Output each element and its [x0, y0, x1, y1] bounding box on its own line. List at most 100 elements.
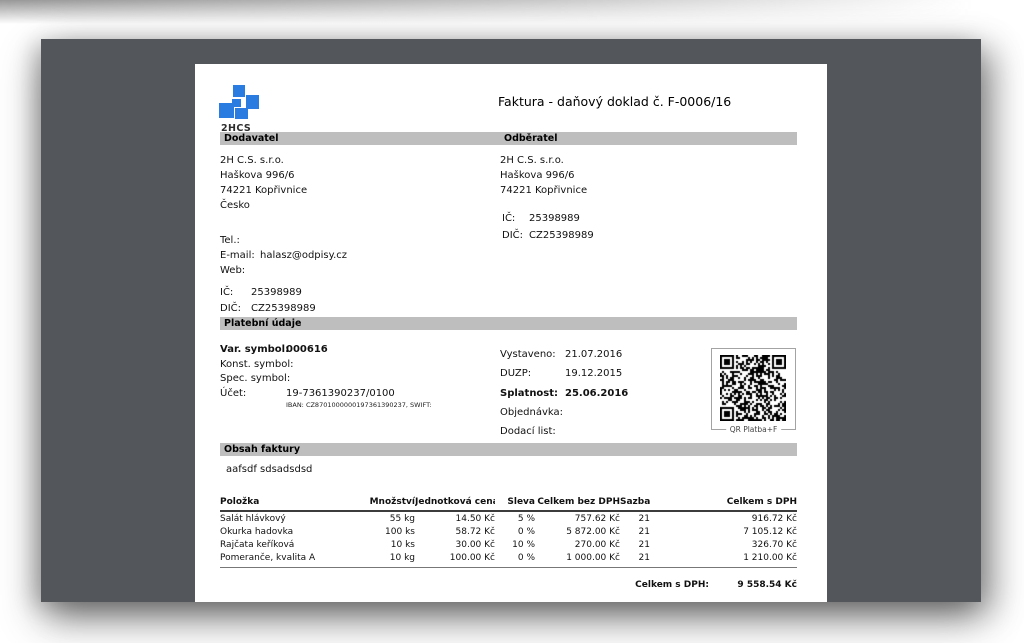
- supplier-header: Dodavatel: [220, 133, 278, 144]
- column-header: Jednotková cena: [415, 495, 495, 511]
- column-header: Celkem bez DPH: [535, 495, 620, 511]
- supplier-city: 74221 Kopřivnice: [220, 183, 307, 198]
- iban-line: IBAN: CZ8701000000197361390237, SWIFT:: [286, 401, 432, 410]
- total-label: Celkem s DPH:: [635, 580, 709, 590]
- invoice-note: aafsdf sdsadsdsd: [226, 464, 312, 475]
- account-row: Účet: 19-7361390237/0100: [220, 387, 432, 402]
- order-row: Objednávka:: [500, 403, 628, 422]
- company-logo: 2HCS: [219, 85, 279, 134]
- customer-ids: IČ: 25398989 DIČ: CZ25398989: [502, 210, 594, 244]
- column-header: Položka: [220, 495, 350, 511]
- field-label: Dodací list:: [500, 422, 565, 441]
- field-row: DIČ: CZ25398989: [502, 227, 594, 244]
- item-unit-price: 100.00 Kč: [415, 552, 495, 568]
- table-row: Okurka hadovka 100 ks 58.72 Kč 0 % 5 872…: [220, 525, 797, 538]
- item-discount: 0 %: [495, 525, 535, 538]
- due-date-row: Splatnost: 25.06.2016: [500, 384, 628, 403]
- field-value: 21.07.2016: [565, 345, 622, 364]
- account-number: 19-7361390237/0100: [286, 387, 395, 402]
- field-value: 25398989: [251, 285, 302, 301]
- item-net: 757.62 Kč: [535, 511, 620, 525]
- content-section-bar: Obsah faktury: [220, 443, 797, 456]
- field-value: 19.12.2015: [565, 364, 622, 383]
- parties-section-bar: Dodavatel Odběratel: [220, 132, 797, 145]
- item-qty: 100 ks: [350, 525, 415, 538]
- field-label: DUZP:: [500, 364, 565, 383]
- item-vat-rate: 21: [620, 538, 650, 551]
- item-qty: 10 ks: [350, 538, 415, 551]
- field-label: Konst. symbol:: [220, 358, 286, 373]
- invoice-dates: Vystaveno: 21.07.2016 DUZP: 19.12.2015 S…: [500, 345, 628, 441]
- item-vat-rate: 21: [620, 552, 650, 568]
- item-qty: 10 kg: [350, 552, 415, 568]
- background-shade: [0, 0, 1024, 24]
- qr-code-image: [720, 355, 786, 421]
- item-net: 1 000.00 Kč: [535, 552, 620, 568]
- item-name: Rajčata keříková: [220, 538, 350, 551]
- item-name: Salát hlávkový: [220, 511, 350, 525]
- column-header: Množství: [350, 495, 415, 511]
- payment-section-bar: Platební údaje: [220, 317, 797, 330]
- field-row: IČ: 25398989: [502, 210, 594, 227]
- field-label: IČ:: [220, 285, 251, 301]
- item-discount: 0 %: [495, 552, 535, 568]
- item-unit-price: 30.00 Kč: [415, 538, 495, 551]
- item-gross: 1 210.00 Kč: [650, 552, 797, 568]
- payment-details: Var. symbol: 000616 Konst. symbol: Spec.…: [220, 343, 432, 410]
- field-row: DIČ: CZ25398989: [220, 301, 316, 317]
- item-gross: 326.70 Kč: [650, 538, 797, 551]
- payment-header: Platební údaje: [220, 318, 301, 329]
- supplier-name: 2H C.S. s.r.o.: [220, 153, 307, 168]
- item-name: Okurka hadovka: [220, 525, 350, 538]
- document-viewer[interactable]: 2HCS Faktura - daňový doklad č. F-0006/1…: [41, 39, 981, 602]
- field-label: IČ:: [502, 210, 529, 227]
- field-label: Var. symbol:: [220, 343, 286, 358]
- table-row: Pomeranče, kvalita A 10 kg 100.00 Kč 0 %…: [220, 552, 797, 568]
- item-qty: 55 kg: [350, 511, 415, 525]
- field-value: 000616: [286, 343, 328, 358]
- item-gross: 7 105.12 Kč: [650, 525, 797, 538]
- customer-city: 74221 Kopřivnice: [500, 183, 587, 198]
- item-name: Pomeranče, kvalita A: [220, 552, 350, 568]
- email-value: halasz@odpisy.cz: [260, 248, 347, 263]
- table-row: Salát hlávkový 55 kg 14.50 Kč 5 % 757.62…: [220, 511, 797, 525]
- content-header: Obsah faktury: [220, 444, 300, 455]
- customer-street: Haškova 996/6: [500, 168, 587, 183]
- column-header: Celkem s DPH: [650, 495, 797, 511]
- field-row: IČ: 25398989: [220, 285, 316, 301]
- issued-row: Vystaveno: 21.07.2016: [500, 345, 628, 364]
- column-header: Sazba: [620, 495, 650, 511]
- supplier-street: Haškova 996/6: [220, 168, 307, 183]
- item-net: 5 872.00 Kč: [535, 525, 620, 538]
- item-gross: 916.72 Kč: [650, 511, 797, 525]
- field-row: Spec. symbol:: [220, 372, 432, 387]
- item-unit-price: 58.72 Kč: [415, 525, 495, 538]
- field-label: Splatnost:: [500, 384, 565, 403]
- item-vat-rate: 21: [620, 525, 650, 538]
- supplier-contact: Tel.: E-mail: halasz@odpisy.cz Web:: [220, 233, 347, 278]
- delivery-note-row: Dodací list:: [500, 422, 628, 441]
- item-unit-price: 14.50 Kč: [415, 511, 495, 525]
- field-value: 25398989: [529, 210, 580, 227]
- field-value: 25.06.2016: [565, 384, 628, 403]
- items-table: Položka Množství Jednotková cena Sleva C…: [220, 495, 797, 568]
- supplier-ids: IČ: 25398989 DIČ: CZ25398989: [220, 285, 316, 317]
- invoice-total: Celkem s DPH: 9 558.54 Kč: [220, 580, 797, 590]
- company-logo-icon: [219, 85, 259, 119]
- customer-header: Odběratel: [500, 132, 557, 145]
- field-label: DIČ:: [220, 301, 251, 317]
- qr-caption: QR Platba+F: [726, 425, 782, 434]
- supplier-address: 2H C.S. s.r.o. Haškova 996/6 74221 Kopři…: [220, 153, 307, 213]
- invoice-title: Faktura - daňový doklad č. F-0006/16: [498, 94, 731, 109]
- item-vat-rate: 21: [620, 511, 650, 525]
- item-discount: 5 %: [495, 511, 535, 525]
- duzp-row: DUZP: 19.12.2015: [500, 364, 628, 383]
- table-row: Rajčata keříková 10 ks 30.00 Kč 10 % 270…: [220, 538, 797, 551]
- qr-payment-box: QR Platba+F: [711, 348, 796, 430]
- total-value: 9 558.54 Kč: [709, 580, 797, 590]
- supplier-country: Česko: [220, 198, 307, 213]
- table-header-row: Položka Množství Jednotková cena Sleva C…: [220, 495, 797, 511]
- field-label: Tel.:: [220, 233, 260, 248]
- field-label: Web:: [220, 263, 260, 278]
- field-label: DIČ:: [502, 227, 529, 244]
